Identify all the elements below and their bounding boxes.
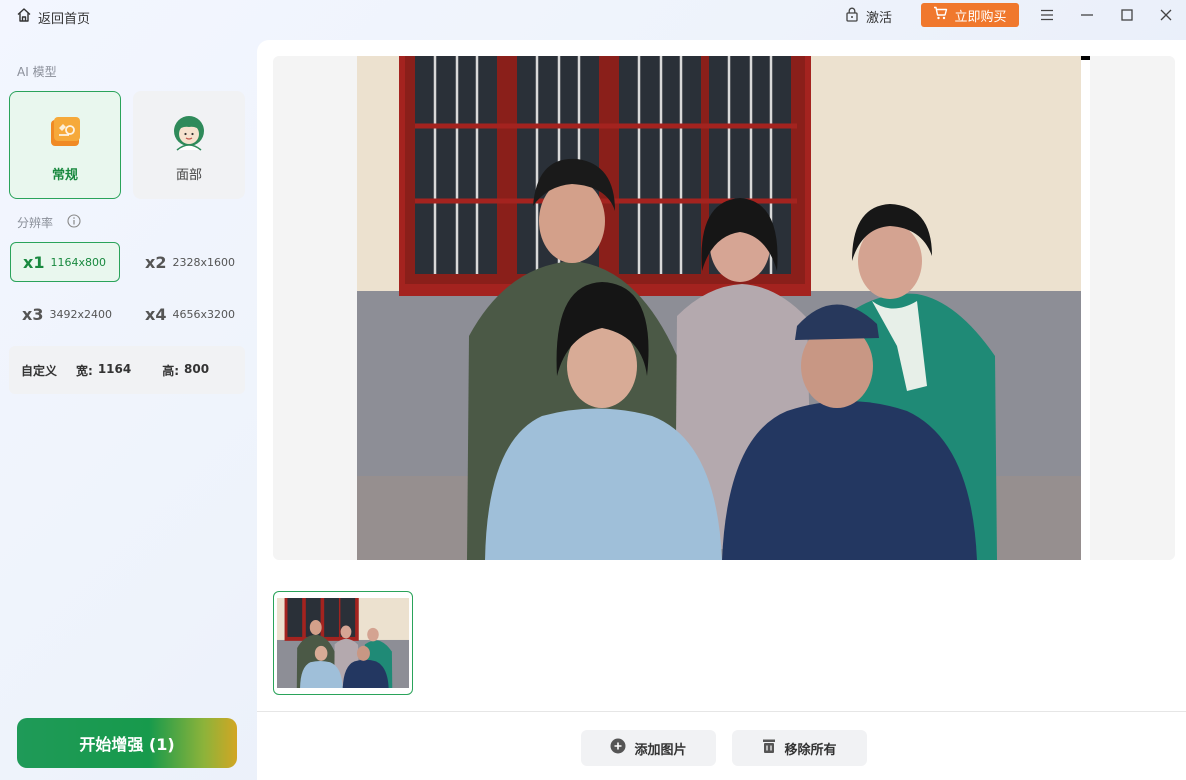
custom-width-field[interactable]: 宽: 1164 [76,362,131,379]
minimize-button[interactable] [1075,4,1099,26]
maximize-icon [1121,9,1133,21]
minimize-icon [1081,14,1093,16]
image-thumbnail[interactable] [273,591,413,695]
resolution-section: 分辨率 [17,214,81,231]
home-icon [16,7,32,27]
resolution-x3-size: 3492x2400 [49,307,112,321]
trash-icon [762,738,776,758]
custom-width-value: 1164 [97,361,132,376]
lock-icon [844,6,860,26]
resolution-option-x2[interactable]: x2 2328x1600 [133,242,245,282]
main-panel: 添加图片 移除所有 [257,40,1186,780]
model-card-general-label: 常规 [51,168,78,183]
close-button[interactable] [1154,4,1178,26]
remove-all-button[interactable]: 移除所有 [732,730,867,766]
cart-icon [933,6,948,24]
info-icon[interactable] [67,214,81,231]
resolution-option-x3[interactable]: x3 3492x2400 [10,294,122,334]
resolution-section-label: 分辨率 [17,216,54,230]
back-home-label: 返回首页 [38,11,91,27]
add-image-button[interactable]: 添加图片 [581,730,716,766]
model-card-general[interactable]: 常规 [9,91,121,199]
maximize-button[interactable] [1115,4,1139,26]
enhance-general-icon [45,112,85,152]
custom-height-value: 800 [184,361,210,376]
footer-divider [257,711,1186,712]
preview-photo [357,56,1090,560]
ai-model-section-label: AI 模型 [17,65,57,79]
resolution-option-x1[interactable]: x1 1164x800 [10,242,120,282]
custom-resolution-panel: 自定义 宽: 1164 高: 800 [9,346,245,394]
remove-all-label: 移除所有 [784,742,837,758]
resolution-x2-scale: x2 [145,252,167,272]
plus-circle-icon [610,738,626,758]
custom-height-field[interactable]: 高: 800 [162,362,209,379]
buy-now-button[interactable]: 立即购买 [921,3,1019,27]
custom-height-label: 高: [162,363,180,378]
back-home-button[interactable]: 返回首页 [16,7,90,27]
resolution-x2-size: 2328x1600 [172,255,235,269]
model-card-face[interactable]: 面部 [133,91,245,199]
menu-button[interactable] [1035,4,1059,26]
buy-now-label: 立即购买 [954,9,1007,25]
add-image-label: 添加图片 [634,742,687,758]
resolution-x1-size: 1164x800 [50,255,106,269]
resolution-x1-scale: x1 [23,252,45,272]
resolution-x4-size: 4656x3200 [172,307,235,321]
model-card-face-label: 面部 [175,168,202,183]
resolution-x3-scale: x3 [22,304,44,324]
start-enhance-button[interactable]: 开始增强 (1) [17,718,237,768]
resolution-x4-scale: x4 [145,304,167,324]
face-portrait-icon [169,112,209,152]
hamburger-menu-icon [1041,9,1053,21]
image-preview-area [273,56,1175,560]
title-bar: 返回首页 激活 立即购买 [0,0,1186,32]
custom-resolution-label: 自定义 [21,363,58,378]
custom-width-label: 宽: [76,363,93,378]
resolution-option-x4[interactable]: x4 4656x3200 [133,294,245,334]
activate-label: 激活 [866,10,893,26]
close-icon [1160,9,1172,21]
activate-button[interactable]: 激活 [844,6,892,26]
thumbnail-photo [277,598,409,688]
